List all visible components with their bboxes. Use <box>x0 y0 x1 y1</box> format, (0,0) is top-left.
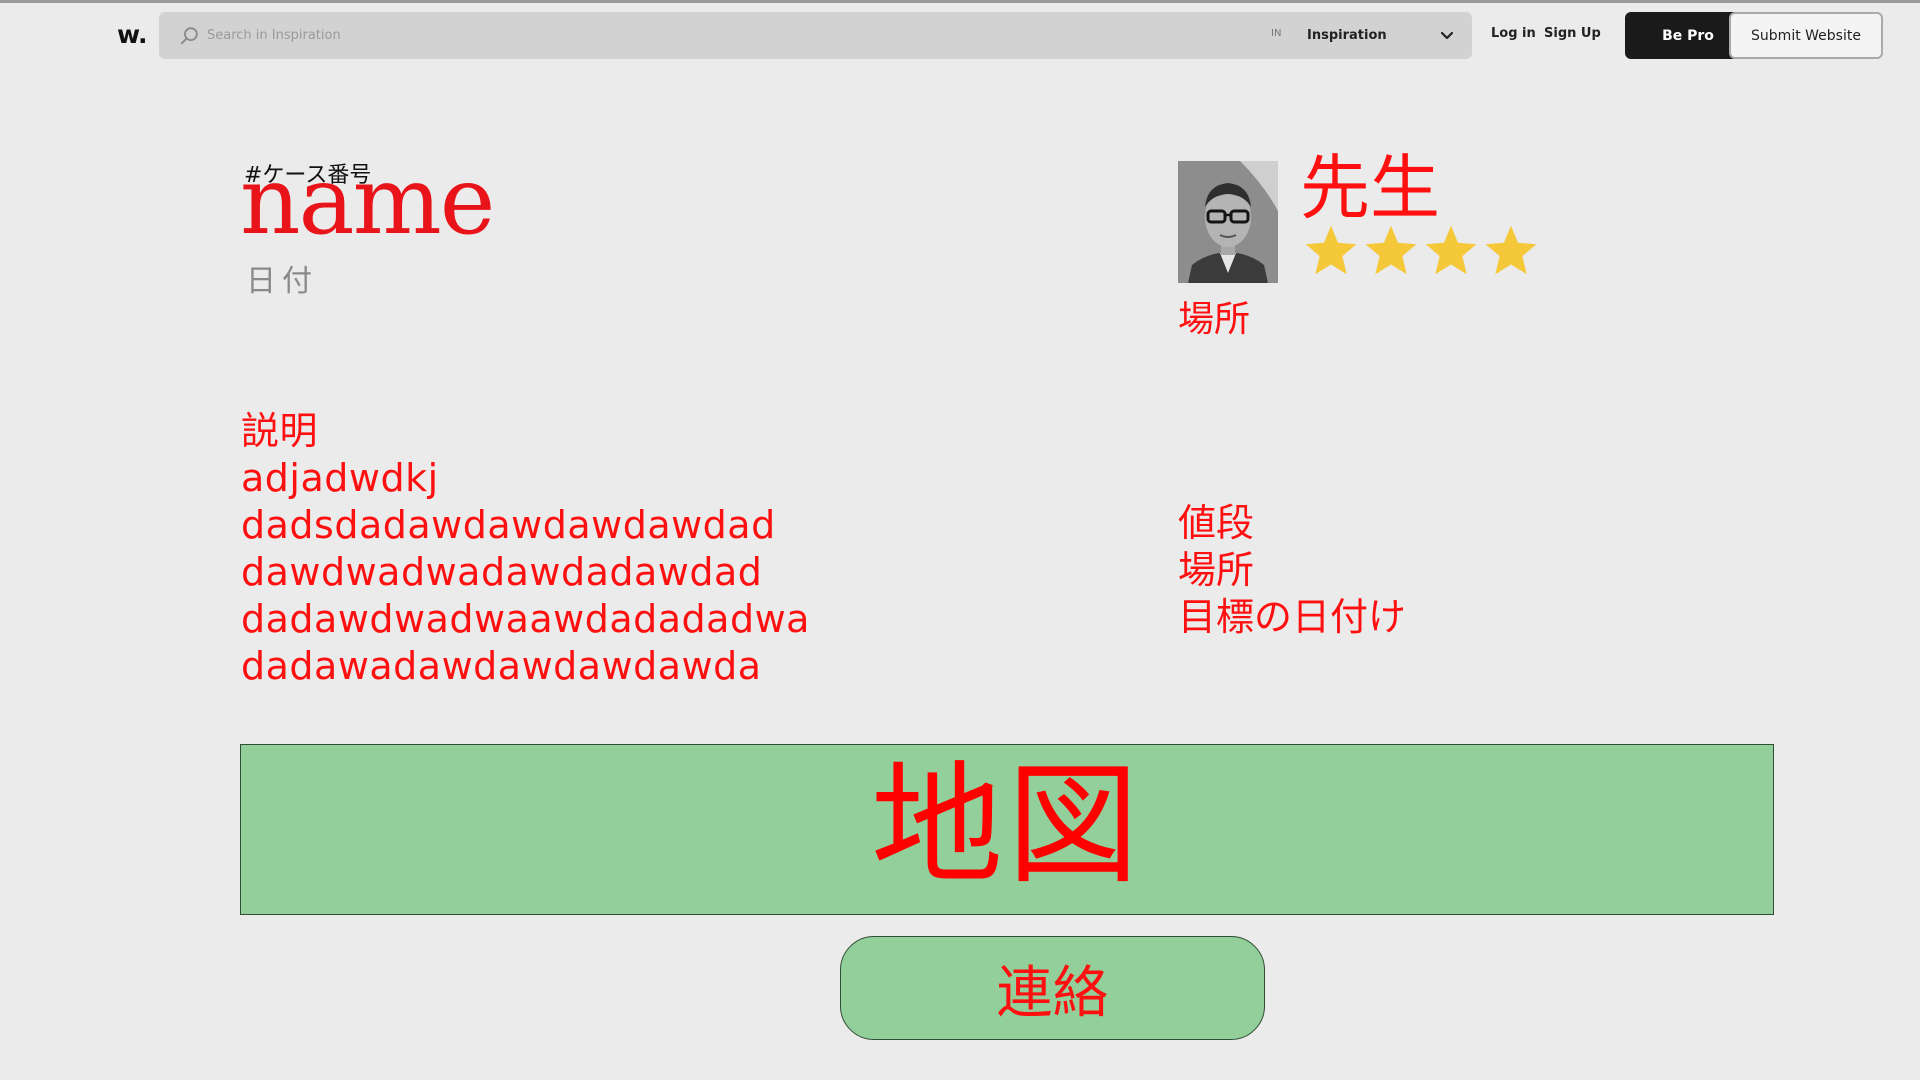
site-logo[interactable]: w. <box>117 20 148 49</box>
search-input[interactable] <box>207 21 987 49</box>
case-number-label: #ケース番号 <box>244 163 372 188</box>
signup-link[interactable]: Sign Up <box>1544 26 1601 41</box>
search-scope-value: Inspiration <box>1307 28 1387 43</box>
description-line: adjadwdkj <box>241 456 439 500</box>
star-icon <box>1425 225 1477 275</box>
search-scope-dropdown[interactable]: Inspiration <box>1307 20 1457 52</box>
map-area[interactable]: 地図 <box>240 744 1774 915</box>
search-icon <box>180 27 198 45</box>
submit-website-button[interactable]: Submit Website <box>1729 12 1883 59</box>
description-line: dawdwadwadawdadawdad <box>241 550 763 594</box>
chevron-down-icon <box>1440 31 1454 40</box>
description-line: dadawadawdawdawdawda <box>241 644 762 688</box>
location-label: 場所 <box>1178 548 1255 592</box>
star-icon <box>1485 225 1537 275</box>
star-icon <box>1365 225 1417 275</box>
login-link[interactable]: Log in <box>1491 26 1536 41</box>
details-section: 値段 場所 目標の日付け <box>1178 500 1406 641</box>
description-line: dadawdwadwaawdadadadwa <box>241 597 810 641</box>
target-date-label: 目標の日付け <box>1178 595 1407 639</box>
description-section: 説明 adjadwdkj dadsdadawdawdawdawdad dawdw… <box>241 408 810 690</box>
teacher-avatar[interactable] <box>1178 161 1278 283</box>
teacher-title: 先生 <box>1300 147 1440 229</box>
search-scope-prefix: IN <box>1271 28 1282 39</box>
teacher-rating <box>1302 222 1540 280</box>
price-label: 値段 <box>1178 501 1255 545</box>
contact-button[interactable]: 連絡 <box>840 936 1265 1040</box>
search-bar[interactable]: IN Inspiration <box>159 12 1472 59</box>
description-heading: 説明 <box>241 409 319 453</box>
case-date-label: 日付 <box>246 264 318 299</box>
teacher-location: 場所 <box>1178 299 1251 340</box>
description-line: dadsdadawdawdawdawdad <box>241 503 776 547</box>
top-border-line <box>0 0 1920 3</box>
person-photo-icon <box>1178 161 1278 283</box>
map-label: 地図 <box>871 748 1143 903</box>
star-icon <box>1305 225 1357 275</box>
